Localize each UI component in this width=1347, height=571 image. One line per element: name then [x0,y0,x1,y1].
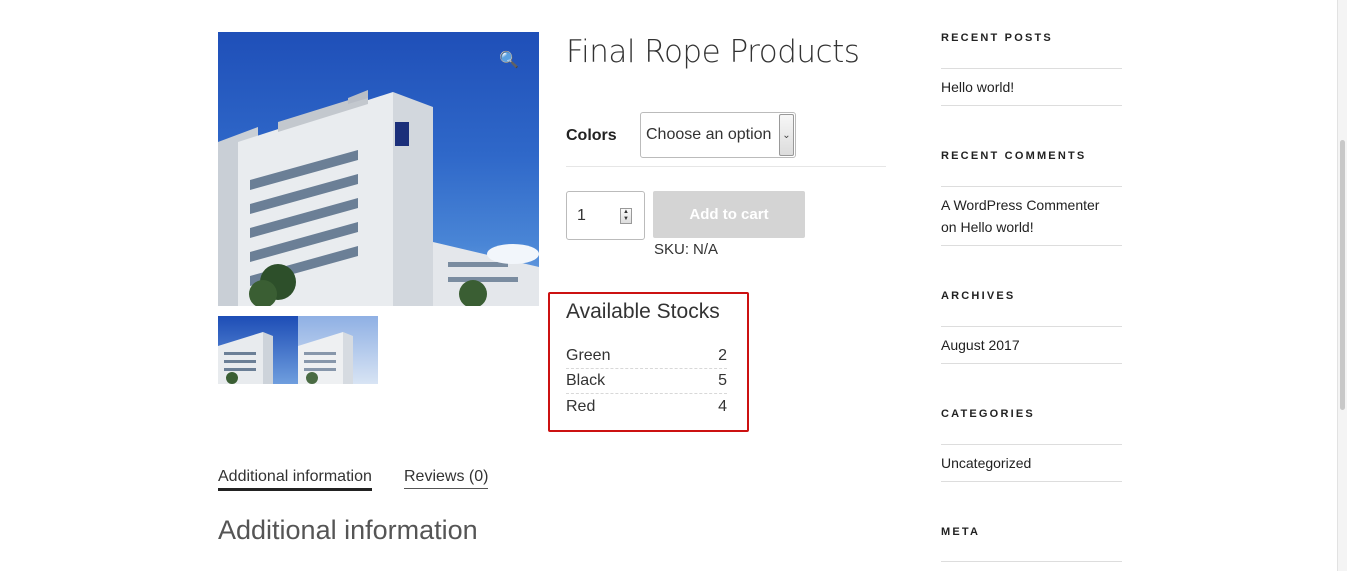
section-heading: Additional information [218,515,478,545]
divider [941,105,1122,106]
divider [941,186,1122,187]
thumbnail-building-photo [218,332,273,384]
stock-count: 5 [718,372,727,389]
divider [941,444,1122,445]
product-main-image[interactable]: 🔍 [218,32,539,306]
stock-color: Green [566,347,611,364]
stock-row: Red 4 [566,394,727,419]
gallery-thumbnail-1[interactable] [218,316,298,384]
building-photo [218,90,539,306]
colors-select-value: Choose an option [646,126,772,143]
product-title: Final Rope Products [566,34,860,70]
divider [941,561,1122,562]
stock-color: Red [566,397,596,415]
divider [941,245,1122,246]
quantity-value: 1 [577,206,586,224]
quantity-stepper-icon[interactable]: ▲ ▼ [620,208,632,224]
divider [941,326,1122,327]
stock-color: Black [566,372,606,389]
comment-on-text: on [941,219,957,235]
archive-link[interactable]: August 2017 [941,334,1122,356]
thumbnail-building-photo [298,332,353,384]
sku-label: SKU: [654,241,690,258]
divider [941,363,1122,364]
comment-post-link[interactable]: Hello world! [960,219,1033,235]
recent-comment: A WordPress Commenter on Hello world! [941,194,1122,238]
widget-title-recent-comments: RECENT COMMENTS [941,150,1087,162]
stock-row: Green 2 [566,344,727,369]
stock-count: 2 [718,347,727,364]
scrollbar-thumb[interactable] [1340,140,1345,410]
divider [566,166,886,167]
available-stocks-panel: Available Stocks Green 2 Black 5 Red 4 [548,292,749,432]
comment-author-link[interactable]: A WordPress Commenter [941,197,1099,213]
widget-title-archives: ARCHIVES [941,290,1016,302]
tab-additional-information[interactable]: Additional information [218,468,372,491]
available-stocks-title: Available Stocks [566,300,720,323]
widget-title-meta: META [941,526,981,538]
divider [941,481,1122,482]
gallery-thumbnail-2[interactable] [298,316,378,384]
variation-label: Colors [566,127,617,144]
tab-reviews[interactable]: Reviews (0) [404,468,489,489]
sku-value: N/A [693,241,719,258]
recent-post-link[interactable]: Hello world! [941,76,1122,98]
sku: SKU: N/A [654,241,718,258]
stock-row: Black 5 [566,369,727,394]
stock-count: 4 [718,397,727,415]
add-to-cart-button[interactable]: Add to cart [653,191,805,238]
widget-title-recent-posts: RECENT POSTS [941,32,1053,44]
quantity-input[interactable]: 1 ▲ ▼ [566,191,645,240]
widget-title-categories: CATEGORIES [941,408,1035,420]
chevron-down-icon[interactable]: ⌄ [779,114,794,156]
colors-select[interactable]: Choose an option ⌄ [640,112,796,158]
magnifier-icon[interactable]: 🔍 [499,50,519,70]
divider [941,68,1122,69]
category-link[interactable]: Uncategorized [941,452,1122,474]
